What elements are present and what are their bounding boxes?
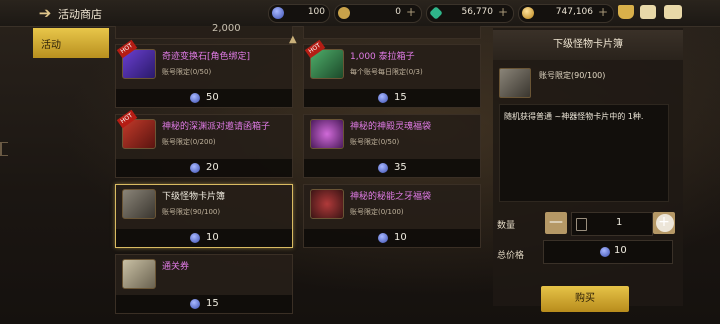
detail-description: 随机获得普通 ~神器怪物卡片中的 1种. [499, 104, 669, 202]
item-price: 35 [394, 162, 407, 173]
item-price: 50 [206, 92, 219, 103]
item-limit: 账号限定(0/100) [350, 208, 404, 216]
item-price-bar: 10 [304, 229, 480, 247]
card-book-icon [122, 189, 156, 219]
quantity-value: 1 [616, 217, 623, 228]
mail-icon[interactable] [640, 5, 656, 19]
item-name: 通关券 [162, 262, 190, 272]
tab-event-label: 活动 [41, 40, 61, 51]
quantity-label: 数量 [497, 221, 516, 231]
gold-c-coin-icon [338, 7, 350, 19]
page-title: 活动商店 [58, 8, 102, 21]
item-name: 神秘的深渊派对邀请函箱子 [162, 122, 271, 132]
shop-item-card[interactable]: 神秘的秘能之牙福袋 账号限定(0/100) 10 [303, 184, 481, 248]
calculator-icon[interactable] [576, 218, 587, 231]
item-price-bar: 50 [116, 89, 292, 107]
item-price: 20 [206, 162, 219, 173]
card-book-icon [499, 68, 531, 98]
item-price: 10 [206, 232, 219, 243]
item-price-bar: 15 [116, 295, 292, 313]
currency-green-gem: 56,770 + [426, 4, 514, 23]
shop-item-card[interactable]: HOT 奇迹变换石[角色绑定] 账号限定(0/50) 50 [115, 39, 293, 108]
blue-coin-icon [378, 233, 388, 243]
fang-bag-icon [310, 189, 344, 219]
item-name: 神秘的神殿灵魂福袋 [350, 122, 432, 132]
blue-coin-icon [190, 233, 200, 243]
top-bar: ➔ 活动商店 100 0 + 56,770 + 747,106 + [0, 0, 720, 27]
treasure-chest-icon[interactable] [618, 5, 634, 19]
item-name: 下级怪物卡片簿 [162, 192, 226, 202]
item-name: 奇迹变换石[角色绑定] [162, 52, 251, 62]
currency-c-coin: 0 + [334, 4, 422, 23]
blue-coin-icon [600, 247, 610, 257]
blue-coin-icon [190, 93, 200, 103]
item-name: 神秘的秘能之牙福袋 [350, 192, 432, 202]
item-price: 2,000 [212, 23, 241, 34]
blue-coin-icon [378, 163, 388, 173]
touch-indicator [656, 214, 674, 232]
soul-bag-icon [310, 119, 344, 149]
item-price-bar: 15 [304, 89, 480, 107]
quantity-field[interactable]: 1 [571, 212, 653, 236]
item-price: 15 [394, 92, 407, 103]
item-price-bar: 10 [116, 229, 292, 247]
item-price: 10 [394, 232, 407, 243]
item-price: 15 [206, 298, 219, 309]
blue-coin-icon [190, 163, 200, 173]
shop-item-card[interactable]: 通关券 15 [115, 254, 293, 314]
add-gold-button[interactable]: + [598, 5, 608, 19]
detail-limit: 账号限定(90/100) [539, 71, 606, 80]
buy-button[interactable]: 购买 [541, 286, 629, 312]
currency-value: 747,106 [555, 7, 593, 17]
decrease-quantity-button[interactable]: — [545, 212, 567, 234]
currency-value: 100 [307, 7, 325, 17]
clear-ticket-icon [122, 259, 156, 289]
blue-coin-icon [272, 7, 284, 19]
detail-title: 下级怪物卡片簿 [493, 30, 683, 60]
currency-blue-coin: 100 [268, 4, 330, 23]
total-price-value: 10 [614, 245, 627, 256]
total-price-label: 总价格 [497, 251, 525, 261]
currency-value: 0 [395, 7, 401, 17]
shop-item-card[interactable]: HOT 1,000 泰拉箱子 每个账号每日限定(0/3) 15 [303, 39, 481, 108]
blue-coin-icon [190, 299, 200, 309]
total-price-field: 10 [543, 240, 673, 264]
item-detail-panel: 下级怪物卡片簿 账号限定(90/100) 随机获得普通 ~神器怪物卡片中的 1种… [493, 28, 683, 312]
side-handle[interactable] [0, 142, 8, 156]
add-gem-button[interactable]: + [498, 5, 508, 19]
partial-card[interactable] [303, 26, 481, 39]
item-price-bar: 20 [116, 159, 292, 177]
currency-value: 56,770 [461, 7, 494, 17]
chat-icon[interactable] [664, 5, 682, 19]
item-limit: 账号限定(0/50) [162, 68, 212, 76]
item-limit: 账号限定(90/100) [162, 208, 221, 216]
item-name: 1,000 泰拉箱子 [350, 52, 415, 62]
blue-coin-icon [378, 93, 388, 103]
gold-coin-icon [522, 7, 534, 19]
green-gem-icon [429, 6, 443, 20]
shop-item-card[interactable]: HOT 神秘的深渊派对邀请函箱子 账号限定(0/200) 20 [115, 109, 293, 178]
back-arrow-icon[interactable]: ➔ [36, 4, 54, 22]
item-limit: 账号限定(0/50) [350, 138, 400, 146]
partial-card[interactable]: 2,000 [115, 23, 293, 39]
item-limit: 每个账号每日限定(0/3) [350, 68, 423, 76]
item-price-bar: 35 [304, 159, 480, 177]
add-currency-button[interactable]: + [406, 5, 416, 19]
tab-event[interactable]: 活动 [33, 28, 109, 58]
item-limit: 账号限定(0/200) [162, 138, 216, 146]
shop-item-card[interactable]: 神秘的神殿灵魂福袋 账号限定(0/50) 35 [303, 114, 481, 178]
currency-gold: 747,106 + [518, 4, 614, 23]
shop-item-card-selected[interactable]: 下级怪物卡片簿 账号限定(90/100) 10 [115, 184, 293, 248]
